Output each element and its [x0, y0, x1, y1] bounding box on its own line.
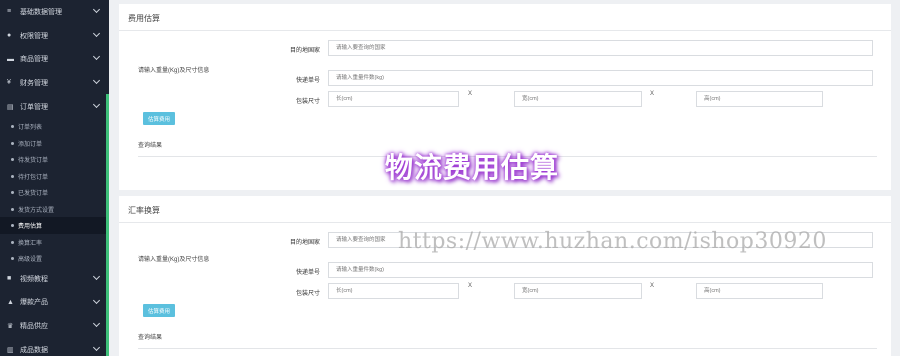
bullet-icon — [11, 207, 14, 211]
sidebar-item-label: 商品管理 — [20, 56, 48, 64]
orders-submenu: 订单列表 添加订单 待发货订单 待打包订单 已发货订单 发货方式设置 费用估算 … — [0, 94, 109, 356]
rocket-icon: ▲ — [7, 298, 14, 306]
database-icon: ≡ — [7, 8, 12, 16]
divider — [138, 348, 877, 349]
chevron-down-icon — [92, 77, 101, 85]
sidebar-subitem[interactable]: 订单列表 — [0, 118, 109, 135]
sidebar-item-basic-data[interactable]: ≡ 基础数据管理 — [0, 0, 109, 24]
sidebar-item-orders[interactable]: ▤ 订单管理 — [0, 95, 109, 119]
destination-input[interactable] — [328, 40, 873, 56]
watermark: https://www.huzhan.com/ishop30920 — [398, 229, 827, 254]
sidebar-subitem[interactable]: 待打包订单 — [0, 168, 109, 185]
sidebar-item-label: 基础数据管理 — [20, 8, 62, 16]
user-icon: ● — [7, 32, 12, 40]
yen-icon: ¥ — [7, 79, 11, 87]
sidebar-item-label: 视频教程 — [20, 275, 48, 283]
estimate-button[interactable]: 估算费用 — [143, 112, 175, 125]
sidebar-item-label: 精品供应 — [20, 323, 48, 331]
sidebar-subitem[interactable]: 发货方式设置 — [0, 201, 109, 218]
file-icon: ▤ — [7, 103, 14, 111]
promo-overlay-title: 物流费用估算 — [385, 151, 560, 184]
sidebar-subitem[interactable]: 待发货订单 — [0, 151, 109, 168]
instruction-label: 请输入重量(Kg)及尺寸信息 — [138, 257, 210, 263]
weight-label: 快递单号 — [295, 270, 320, 276]
chevron-down-icon — [92, 343, 101, 352]
bullet-icon — [11, 141, 14, 145]
chevron-down-icon — [92, 5, 101, 14]
chevron-down-icon — [92, 29, 101, 37]
exchange-rate-panel: 汇率换算 请输入重量(Kg)及尺寸信息 目的地国家 快递单号 包装尺寸 X X … — [119, 196, 891, 356]
sidebar-item-products[interactable]: ▬ 商品管理 — [0, 47, 109, 71]
trophy-icon: ♛ — [7, 323, 14, 331]
bullet-icon — [11, 174, 14, 178]
bullet-icon — [11, 158, 14, 162]
chevron-down-icon — [92, 296, 101, 304]
destination-label: 目的地国家 — [289, 240, 320, 246]
times-sign: X — [650, 91, 655, 97]
chevron-down-icon — [92, 53, 101, 61]
sidebar-item-supply[interactable]: ♛ 精品供应 — [0, 314, 109, 338]
panel-title: 汇率换算 — [119, 196, 891, 223]
video-icon: ■ — [7, 275, 12, 283]
bullet-icon — [11, 191, 14, 195]
width-input[interactable] — [514, 91, 642, 107]
times-sign: X — [468, 283, 473, 289]
bullet-icon — [11, 257, 14, 261]
sidebar-item-permissions[interactable]: ● 权限管理 — [0, 24, 109, 48]
sidebar-item-data[interactable]: ▥ 成品数据 — [0, 338, 109, 356]
bullet-icon — [11, 125, 14, 129]
result-label: 查询结果 — [138, 335, 163, 341]
sidebar-subitem[interactable]: 已发货订单 — [0, 184, 109, 201]
instruction-label: 请输入重量(Kg)及尺寸信息 — [138, 68, 210, 74]
chart-icon: ▥ — [7, 346, 14, 354]
sidebar-item-label: 权限管理 — [20, 32, 48, 40]
chevron-down-icon — [92, 272, 101, 280]
sidebar-item-hot-products[interactable]: ▲ 爆款产品 — [0, 291, 109, 315]
times-sign: X — [468, 91, 473, 97]
result-label: 查询结果 — [138, 143, 163, 149]
sidebar-item-label: 订单管理 — [20, 103, 48, 111]
weight-label: 快递单号 — [295, 78, 320, 84]
sidebar-subitem[interactable]: 添加订单 — [0, 135, 109, 152]
length-input[interactable] — [328, 283, 459, 299]
sidebar-item-finance[interactable]: ¥ 财务管理 — [0, 71, 109, 95]
panel-title: 费用估算 — [119, 4, 891, 31]
sidebar-item-videos[interactable]: ■ 视频教程 — [0, 267, 109, 291]
estimate-button[interactable]: 估算费用 — [143, 304, 175, 317]
times-sign: X — [650, 283, 655, 289]
sidebar-item-label: 财务管理 — [20, 79, 48, 87]
weight-input[interactable] — [328, 70, 873, 86]
size-label: 包装尺寸 — [295, 291, 320, 297]
cart-icon: ▬ — [7, 55, 14, 63]
destination-label: 目的地国家 — [289, 48, 320, 54]
bullet-icon — [11, 224, 14, 228]
sidebar-item-label: 成品数据 — [20, 346, 48, 354]
height-input[interactable] — [696, 91, 823, 107]
sidebar: ≡ 基础数据管理 ● 权限管理 ▬ 商品管理 ¥ 财务管理 ▤ 订单管理 订单列… — [0, 0, 109, 356]
chevron-down-icon — [92, 100, 101, 108]
sidebar-subitem[interactable]: 换算汇率 — [0, 234, 109, 251]
sidebar-subitem-active[interactable]: 费用估算 — [0, 217, 109, 234]
sidebar-item-label: 爆款产品 — [20, 299, 48, 307]
width-input[interactable] — [514, 283, 642, 299]
bullet-icon — [11, 240, 14, 244]
length-input[interactable] — [328, 91, 459, 107]
sidebar-subitem[interactable]: 高级设置 — [0, 250, 109, 267]
size-label: 包装尺寸 — [295, 99, 320, 105]
height-input[interactable] — [696, 283, 823, 299]
chevron-down-icon — [92, 320, 101, 328]
weight-input[interactable] — [328, 262, 873, 278]
